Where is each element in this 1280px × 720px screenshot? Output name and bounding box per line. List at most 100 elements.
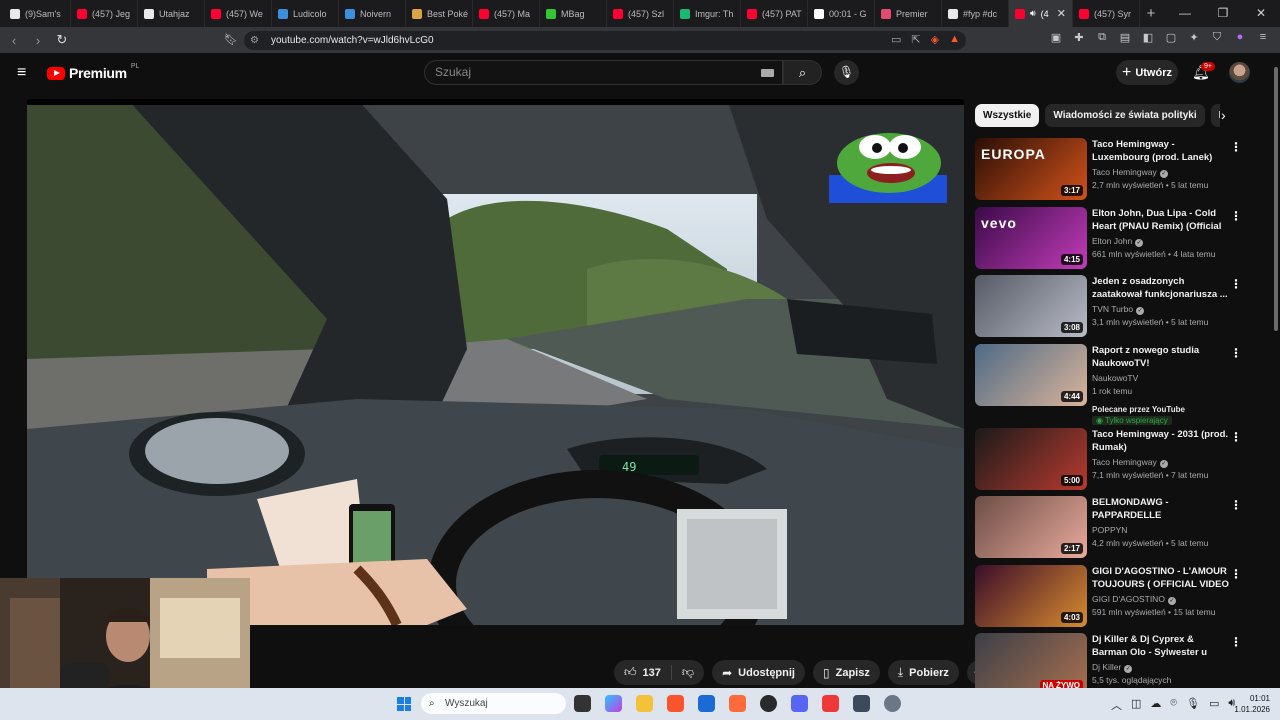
recommendation-item[interactable]: 3:08 Jeden z osadzonych zaatakował funkcj… <box>975 275 1250 344</box>
video-thumbnail[interactable]: 4:03 <box>975 564 1087 627</box>
create-button[interactable]: + Utwórz <box>1116 60 1178 85</box>
wallet-icon[interactable]: ▢ <box>1164 31 1178 44</box>
more-vert-icon[interactable]: ⋮ <box>1230 430 1242 444</box>
share-button[interactable]: ➦ Udostępnij <box>712 660 805 685</box>
chevron-right-icon[interactable]: › <box>1221 107 1226 123</box>
scrollbar-thumb[interactable] <box>1274 67 1278 331</box>
browser-tab[interactable]: MBag <box>540 0 607 27</box>
recommendation-item[interactable]: 4:44 Raport z nowego studia NaukowoTV! Nau… <box>975 343 1250 428</box>
browser-tab[interactable]: 🔊︎ (4 ✕ <box>1009 0 1073 27</box>
discord-icon[interactable] <box>791 695 808 712</box>
more-vert-icon[interactable]: ⋮ <box>1230 498 1242 512</box>
taskbar-search-input[interactable]: ⌕ Wyszukaj <box>421 693 566 714</box>
video-thumbnail[interactable]: 5:00 <box>975 427 1087 490</box>
sidebar-icon[interactable]: ◧ <box>1141 31 1155 44</box>
screenshot-icon[interactable]: ⧉ <box>1095 31 1109 44</box>
video-title[interactable]: Elton John, Dua Lipa - Cold Heart (PNAU … <box>1092 207 1230 233</box>
video-title[interactable]: BELMONDAWG - PAPPARDELLE ALL'ARRABBIATA … <box>1092 496 1230 522</box>
back-icon[interactable]: ‹ <box>4 33 24 48</box>
voice-search-button[interactable]: 🎙︎ <box>834 60 859 85</box>
reload-icon[interactable]: ↻ <box>52 32 72 48</box>
filter-chip[interactable]: Wiadomości ze świata polityki <box>1045 104 1205 127</box>
tab-audio-icon[interactable]: 🔊︎ <box>1030 8 1036 19</box>
forward-icon[interactable]: › <box>28 33 48 48</box>
browser-tab[interactable]: Ludicolo <box>272 0 339 27</box>
browser-tab[interactable]: Noivern <box>339 0 406 27</box>
calculator-icon[interactable] <box>853 695 870 712</box>
filter-chip[interactable]: Wszystkie <box>975 104 1040 127</box>
display-icon[interactable]: ▭ <box>1209 697 1219 713</box>
search-button[interactable]: ⌕ <box>783 60 822 85</box>
page-scrollbar[interactable] <box>1272 53 1280 688</box>
tray-app-icon[interactable]: ◫ <box>1131 697 1141 713</box>
obs-icon[interactable] <box>760 695 777 712</box>
browser-tab[interactable]: #fyp #dc <box>942 0 1009 27</box>
more-vert-icon[interactable]: ⋮ <box>1230 277 1242 291</box>
new-tab-button[interactable]: + <box>1140 5 1162 22</box>
browser-tab[interactable]: (457) Szl <box>607 0 674 27</box>
share-page-icon[interactable]: ⇱ <box>911 33 920 46</box>
taskbar-clock[interactable]: 01:01 1.01.2026 <box>1228 693 1270 715</box>
recommendation-item[interactable]: EUROPA 3:17 Taco Hemingway - Luxembourg (p… <box>975 138 1250 207</box>
brave-rewards-icon[interactable]: ▲ <box>949 33 960 46</box>
cast-icon[interactable]: ▭ <box>891 33 901 46</box>
task-view-icon[interactable] <box>574 695 591 712</box>
dislike-button[interactable]: 👎︎ <box>672 660 704 685</box>
network-icon[interactable]: ⌾ <box>1170 697 1177 713</box>
recommendation-item[interactable]: 2:17 BELMONDAWG - PAPPARDELLE ALL'ARRABBI… <box>975 496 1250 565</box>
like-button[interactable]: 👍︎ 137 <box>614 660 671 685</box>
browser-menu-icon[interactable]: ≡ <box>1256 31 1270 44</box>
browser-tab[interactable]: (457) PAT <box>741 0 808 27</box>
filter-chip[interactable]: Po <box>1210 104 1220 127</box>
video-thumbnail[interactable]: vevo 4:15 <box>975 206 1087 269</box>
close-window-icon[interactable]: ✕ <box>1242 0 1280 27</box>
video-player[interactable]: 49 <box>27 99 964 625</box>
video-thumbnail[interactable]: 3:08 <box>975 275 1087 337</box>
video-thumbnail[interactable]: NA ŻYWO <box>975 633 1087 695</box>
profile-icon[interactable]: ● <box>1233 31 1247 44</box>
more-vert-icon[interactable]: ⋮ <box>1230 567 1242 581</box>
avatar[interactable] <box>1229 62 1250 83</box>
channel-name[interactable]: Taco Hemingway ✓ <box>1092 457 1168 468</box>
more-vert-icon[interactable]: ⋮ <box>1230 635 1242 649</box>
vpn-icon[interactable]: ⛉ <box>1210 31 1224 44</box>
download-button[interactable]: ⤓ Pobierz <box>887 660 959 685</box>
mic-tray-icon[interactable]: 🎙︎ <box>1186 697 1200 713</box>
settings-icon[interactable] <box>884 695 901 712</box>
recommendation-item[interactable]: 4:03 GIGI D'AGOSTINO - L'AMOUR TOUJOURS (… <box>975 564 1250 634</box>
windows-start-icon[interactable] <box>397 697 411 711</box>
browser-tab[interactable]: Utahjaz <box>138 0 205 27</box>
browser-tab[interactable]: (457) We <box>205 0 272 27</box>
site-info-icon[interactable]: ⚙ <box>250 35 259 46</box>
video-thumbnail[interactable]: 2:17 <box>975 496 1087 558</box>
more-vert-icon[interactable]: ⋮ <box>1230 140 1242 154</box>
extension-icon[interactable]: ▣ <box>1049 31 1063 44</box>
video-title[interactable]: Dj Killer & Dj Cyprex & Barman Olo - Syl… <box>1092 633 1230 659</box>
file-explorer-icon[interactable] <box>636 695 653 712</box>
browser-tab[interactable]: (457) Jeg <box>71 0 138 27</box>
reading-list-icon[interactable]: ▤ <box>1118 31 1132 44</box>
browser-tab[interactable]: Imgur: Th <box>674 0 741 27</box>
recommendation-item[interactable]: vevo 4:15 Elton John, Dua Lipa - Cold Hear… <box>975 206 1250 276</box>
more-vert-icon[interactable]: ⋮ <box>1230 209 1242 223</box>
search-input[interactable]: Szukaj <box>424 60 783 85</box>
browser-tab[interactable]: (457) Syr <box>1073 0 1140 27</box>
copilot-icon[interactable] <box>605 695 622 712</box>
menu-icon[interactable]: ≡ <box>17 65 31 81</box>
save-button[interactable]: ▯ Zapisz <box>813 660 880 685</box>
browser-tab[interactable]: Best Poké <box>406 0 473 27</box>
video-thumbnail[interactable]: 4:44 <box>975 343 1087 406</box>
tray-chevron-icon[interactable]: ︿ <box>1111 697 1122 713</box>
video-title[interactable]: Jeden z osadzonych zaatakował funkcjonar… <box>1092 275 1230 301</box>
video-title[interactable]: GIGI D'AGOSTINO - L'AMOUR TOUJOURS ( OFF… <box>1092 565 1230 591</box>
bookmark-icon[interactable]: 🔖︎ <box>224 33 238 46</box>
channel-name[interactable]: NaukowoTV <box>1092 373 1138 383</box>
brave-icon[interactable] <box>667 695 684 712</box>
store-icon[interactable] <box>698 695 715 712</box>
channel-name[interactable]: Elton John ✓ <box>1092 236 1144 247</box>
puzzle-icon[interactable]: ✚ <box>1072 31 1086 44</box>
channel-name[interactable]: Dj Killer ✓ <box>1092 662 1133 673</box>
brave-active-icon[interactable] <box>729 695 746 712</box>
close-tab-icon[interactable]: ✕ <box>1057 7 1066 20</box>
channel-name[interactable]: POPPYN <box>1092 525 1127 535</box>
